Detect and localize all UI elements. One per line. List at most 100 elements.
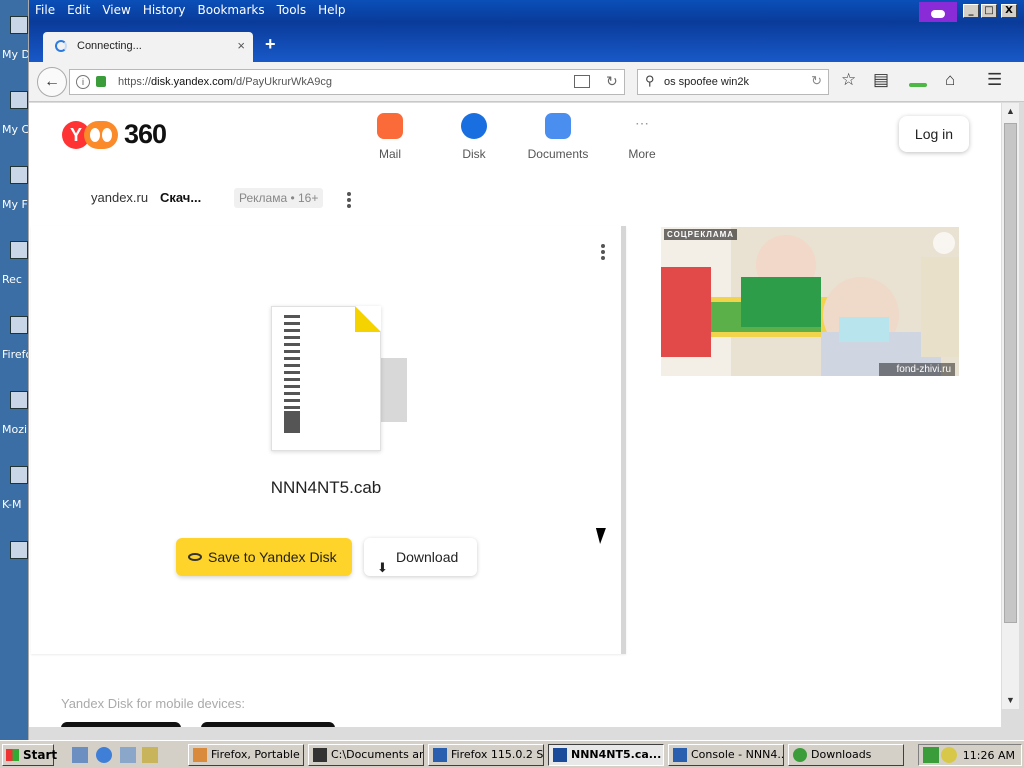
mozilla-icon xyxy=(10,391,28,409)
search-icon: ⚲ xyxy=(645,73,655,88)
menu-view[interactable]: View xyxy=(96,0,136,22)
app-icon xyxy=(313,748,327,762)
library-icon[interactable]: ▤ xyxy=(873,70,889,90)
hamburger-menu-icon[interactable]: ☰ xyxy=(987,70,1002,90)
close-window-button[interactable]: X xyxy=(1001,4,1017,18)
scroll-up-icon[interactable]: ▲ xyxy=(1006,106,1015,116)
vertical-scrollbar[interactable]: ▲ ▼ xyxy=(1001,103,1019,709)
tray-app-icon[interactable] xyxy=(941,747,957,763)
menu-file[interactable]: File xyxy=(29,0,61,22)
windows-logo-icon xyxy=(6,749,19,761)
download-button[interactable]: ⬇ Download xyxy=(364,538,477,576)
app-store-badge[interactable] xyxy=(61,722,181,727)
desktop-icon-app[interactable] xyxy=(0,535,30,595)
service-mail[interactable]: Mail xyxy=(355,113,425,161)
clock[interactable]: 11:26 AM xyxy=(963,749,1015,762)
search-bar[interactable]: ⚲ os spoofee win2k ↻ xyxy=(637,69,829,95)
url-bar[interactable]: i https://disk.yandex.com/d/PayUkrurWkA9… xyxy=(69,69,625,95)
back-button[interactable]: ← xyxy=(37,67,67,97)
ad-menu-icon[interactable] xyxy=(347,192,351,210)
search-query: os spoofee win2k xyxy=(664,76,749,88)
disk-icon xyxy=(461,113,487,139)
documents-icon xyxy=(545,113,571,139)
scroll-thumb[interactable] xyxy=(1004,123,1017,623)
firefox-icon xyxy=(10,316,28,334)
taskbar-item-documents[interactable]: C:\Documents an... xyxy=(308,744,424,766)
service-more[interactable]: ⋯ More xyxy=(607,113,677,161)
download-icon: ⬇ xyxy=(377,560,388,575)
side-ad-image[interactable]: СОЦРЕКЛАМА fond-zhivi.ru xyxy=(661,227,959,376)
menu-bookmarks[interactable]: Bookmarks xyxy=(192,0,271,22)
bookmark-star-icon[interactable]: ☆ xyxy=(841,70,856,90)
home-icon[interactable]: ⌂ xyxy=(945,70,955,90)
loading-spinner-icon xyxy=(55,40,67,52)
scroll-down-icon[interactable]: ▼ xyxy=(1006,695,1015,705)
menu-bar: File Edit View History Bookmarks Tools H… xyxy=(29,0,352,22)
service-documents[interactable]: Documents xyxy=(523,113,593,161)
ad-tag: СОЦРЕКЛАМА xyxy=(664,229,738,240)
system-tray: 11:26 AM xyxy=(918,744,1022,766)
internet-explorer-icon[interactable] xyxy=(96,747,112,763)
desktop-icon-firefox[interactable]: Firefo xyxy=(0,310,32,370)
desktop-icon-recycle-bin[interactable]: Rec xyxy=(0,235,30,295)
file-menu-icon[interactable] xyxy=(601,244,605,262)
maximize-button[interactable]: □ xyxy=(981,4,997,18)
ad-source: fond-zhivi.ru xyxy=(878,363,955,376)
app-icon xyxy=(673,748,687,762)
menu-history[interactable]: History xyxy=(137,0,192,22)
menu-tools[interactable]: Tools xyxy=(271,0,313,22)
desktop-icon-my-network[interactable]: My F xyxy=(0,160,30,220)
desktop-icon-kmeleon[interactable]: K-M xyxy=(0,460,30,520)
app-icon xyxy=(553,748,567,762)
network-icon xyxy=(10,166,28,184)
save-to-disk-button[interactable]: Save to Yandex Disk xyxy=(176,538,352,576)
ad-badge: Реклама • 16+ xyxy=(234,188,324,208)
file-card: NNN4NT5.cab Save to Yandex Disk ⬇ Downlo… xyxy=(31,226,626,654)
ad-photo xyxy=(661,227,959,376)
service-disk[interactable]: Disk xyxy=(439,113,509,161)
recycle-bin-icon xyxy=(10,241,28,259)
tab-close-icon[interactable]: × xyxy=(237,38,245,53)
menu-help[interactable]: Help xyxy=(312,0,351,22)
new-tab-button[interactable]: + xyxy=(265,34,276,55)
start-button[interactable]: Start xyxy=(2,744,57,766)
page-content: Y 360 Mail Disk Documents ⋯ More Log in … xyxy=(29,103,1001,727)
taskbar-item-nnn4nt5[interactable]: NNN4NT5.ca... xyxy=(548,744,664,766)
desktop-icon-my-computer[interactable]: My C xyxy=(0,85,30,145)
more-dots-icon: ⋯ xyxy=(635,115,649,131)
taskbar-item-downloads[interactable]: Downloads xyxy=(788,744,904,766)
reader-view-icon[interactable] xyxy=(574,75,590,88)
title-bar: File Edit View History Bookmarks Tools H… xyxy=(29,0,1024,26)
disk-icon xyxy=(188,553,202,561)
ad-title[interactable]: Скач... xyxy=(160,190,201,205)
info-icon[interactable]: i xyxy=(76,75,90,89)
download-progress-icon[interactable] xyxy=(909,83,927,87)
tray-network-icon[interactable] xyxy=(923,747,939,763)
menu-edit[interactable]: Edit xyxy=(61,0,96,22)
folder-icon xyxy=(10,16,28,34)
reload-icon[interactable]: ↻ xyxy=(606,73,618,90)
google-play-badge[interactable] xyxy=(201,722,335,727)
app-icon xyxy=(433,748,447,762)
ad-domain[interactable]: yandex.ru xyxy=(91,190,148,205)
search-reload-icon[interactable]: ↻ xyxy=(811,73,822,89)
taskbar: Start Firefox, Portable ... C:\Documents… xyxy=(0,740,1024,768)
show-desktop-icon[interactable] xyxy=(72,747,88,763)
tab-active[interactable]: Connecting... × xyxy=(43,32,253,62)
tab-strip: Connecting... × + xyxy=(29,22,1024,62)
archive-file-icon xyxy=(271,306,407,451)
login-button[interactable]: Log in xyxy=(899,116,969,152)
taskbar-item-console[interactable]: Console - NNN4... xyxy=(668,744,784,766)
app-icon xyxy=(193,748,207,762)
taskbar-item-firefox-portable[interactable]: Firefox, Portable ... xyxy=(188,744,304,766)
network-icon[interactable] xyxy=(120,747,136,763)
kmeleon-icon xyxy=(10,466,28,484)
ad-options-icon[interactable] xyxy=(933,232,955,254)
taskbar-item-firefox-115[interactable]: Firefox 115.0.2 S... xyxy=(428,744,544,766)
search-icon[interactable] xyxy=(142,747,158,763)
desktop-icon-my-documents[interactable]: My D xyxy=(0,10,30,70)
minimize-button[interactable]: _ xyxy=(963,4,979,18)
browser-window: File Edit View History Bookmarks Tools H… xyxy=(28,0,1024,740)
lock-icon xyxy=(96,76,106,87)
desktop-icon-mozilla[interactable]: Mozi xyxy=(0,385,30,445)
